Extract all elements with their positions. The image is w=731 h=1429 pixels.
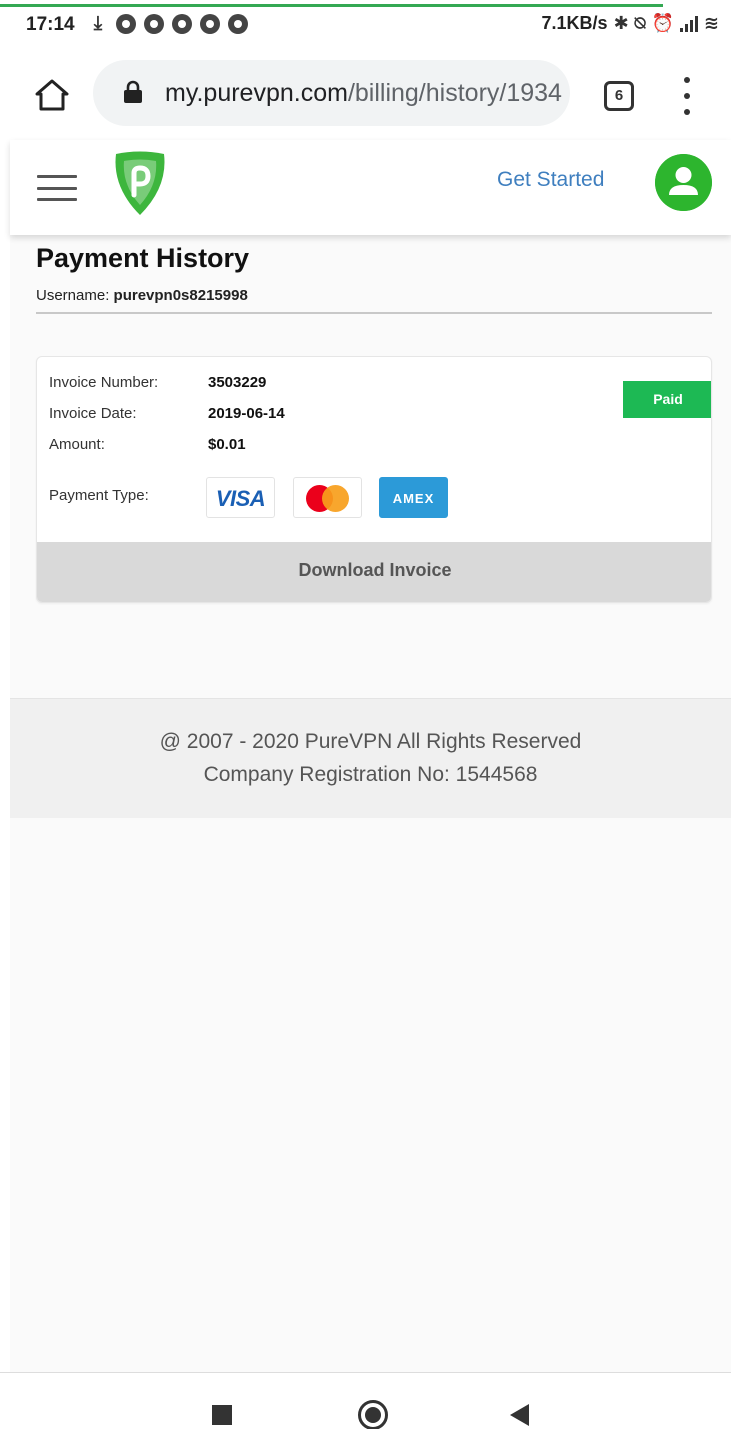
copyright-text: @ 2007 - 2020 PureVPN All Rights Reserve… [159, 730, 582, 753]
divider [36, 312, 712, 314]
invoice-card: Invoice Number: 3503229 Invoice Date: 20… [36, 356, 712, 603]
status-bar: 17:14 ⤓ 7.1KB/s ✱ ⍉ ⏰ ≋ [0, 0, 731, 48]
page-title: Payment History [36, 243, 250, 273]
visa-card-icon: VISA [206, 477, 275, 518]
download-invoice-button[interactable]: Download Invoice [37, 542, 711, 602]
mastercard-icon [293, 477, 362, 518]
amount-value: $0.01 [208, 436, 246, 453]
footer: @ 2007 - 2020 PureVPN All Rights Reserve… [10, 698, 731, 818]
site-header: Get Started [10, 140, 731, 235]
payment-type-label: Payment Type: [49, 487, 149, 504]
chrome-icon [200, 14, 220, 34]
empty-area [10, 818, 731, 1372]
url-path: /billing/history/1934 [347, 79, 562, 107]
status-badge: Paid [623, 381, 711, 418]
invoice-number-label: Invoice Number: [49, 374, 159, 391]
lock-icon [124, 80, 142, 103]
username-row: Username: purevpn0s8215998 [36, 287, 248, 304]
chrome-icon [144, 14, 164, 34]
back-icon[interactable] [510, 1404, 529, 1426]
tab-switcher-button[interactable]: 6 [604, 81, 634, 111]
username-value: purevpn0s8215998 [113, 287, 248, 304]
invoice-date-value: 2019-06-14 [208, 405, 285, 422]
main-content: Payment History Username: purevpn0s82159… [10, 235, 731, 698]
browser-toolbar: my.purevpn.com/billing/history/1934 6 [0, 50, 731, 140]
alarm-icon: ⏰ [651, 13, 674, 33]
page-load-progress [0, 4, 663, 7]
invoice-date-label: Invoice Date: [49, 405, 137, 422]
invoice-number-value: 3503229 [208, 374, 267, 391]
url-host: my.purevpn.com [165, 79, 348, 107]
mute-icon: ⍉ [634, 13, 646, 33]
status-time: 17:14 [26, 14, 75, 35]
system-nav-bar [0, 1372, 731, 1429]
purevpn-logo[interactable] [110, 151, 170, 217]
menu-icon[interactable] [37, 175, 77, 201]
registration-text: Company Registration No: 1544568 [203, 763, 538, 786]
network-speed: 7.1KB/s [541, 13, 608, 33]
amount-label: Amount: [49, 436, 105, 453]
chrome-icon [116, 14, 136, 34]
status-right: 7.1KB/s ✱ ⍉ ⏰ ≋ [542, 13, 719, 34]
home-nav-icon[interactable] [358, 1400, 388, 1429]
account-icon[interactable] [655, 154, 712, 211]
username-label: Username: [36, 287, 114, 304]
download-icon: ⤓ [93, 13, 103, 34]
more-menu-icon[interactable] [677, 77, 697, 115]
chrome-icon [228, 14, 248, 34]
amex-card-icon: AMEX [379, 477, 448, 518]
home-icon[interactable] [34, 77, 70, 113]
recents-icon[interactable] [212, 1405, 232, 1425]
address-bar[interactable]: my.purevpn.com/billing/history/1934 [93, 60, 570, 126]
get-started-link[interactable]: Get Started [497, 168, 604, 192]
notification-icons: ⤓ [88, 13, 248, 35]
chrome-icon [172, 14, 192, 34]
url-text: my.purevpn.com/billing/history/1934 [165, 79, 562, 108]
bluetooth-icon: ✱ [613, 13, 629, 33]
signal-icon [679, 15, 698, 32]
wifi-icon: ≋ [703, 13, 719, 33]
